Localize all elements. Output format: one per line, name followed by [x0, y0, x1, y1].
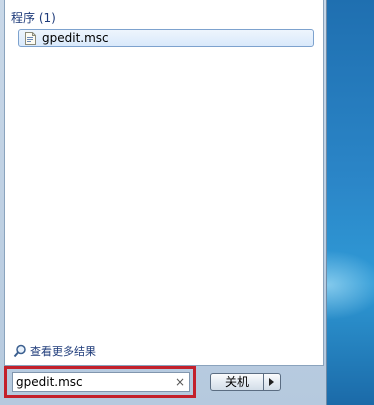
see-more-results-label: 查看更多结果 — [30, 345, 96, 358]
magnifier-icon — [13, 344, 26, 358]
programs-heading: 程序 (1) — [11, 11, 56, 25]
clear-search-icon[interactable]: × — [175, 374, 185, 390]
shutdown-button[interactable]: 关机 — [210, 373, 264, 391]
search-results-pane: 程序 (1) gpedit.msc 查看更多结果 — [4, 0, 324, 366]
shutdown-options-button[interactable] — [264, 373, 281, 391]
start-menu: 程序 (1) gpedit.msc 查看更多结果 × 关机 — [0, 0, 327, 405]
triangle-right-icon — [269, 378, 274, 386]
result-item-label: gpedit.msc — [42, 31, 109, 45]
msc-file-icon — [25, 32, 36, 45]
search-field[interactable]: × — [12, 372, 190, 392]
result-item-gpedit[interactable]: gpedit.msc — [18, 29, 314, 47]
search-input[interactable] — [16, 374, 166, 390]
